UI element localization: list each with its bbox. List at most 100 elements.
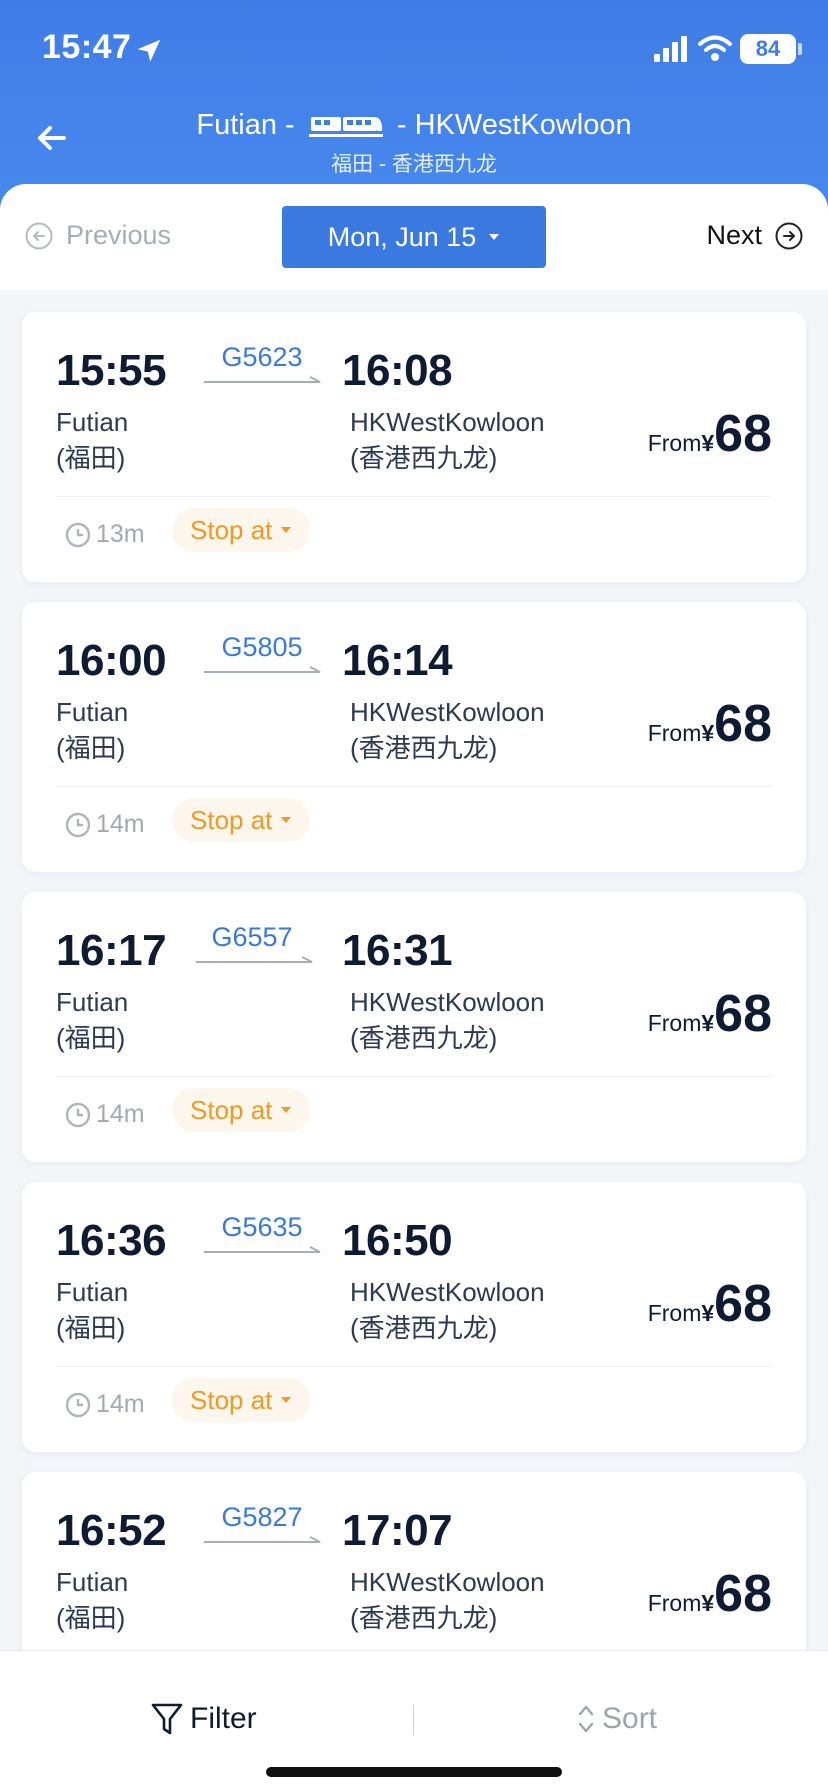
currency-symbol: ¥ <box>701 1300 715 1326</box>
departure-station-en: Futian <box>56 407 129 437</box>
date-label: Mon, Jun 15 <box>327 221 477 252</box>
price: From ¥ 68 <box>648 984 772 1044</box>
battery-cap <box>798 43 802 55</box>
stop-at-button[interactable]: Stop at <box>172 1088 311 1132</box>
route-arrow-icon <box>204 1536 321 1543</box>
train-card[interactable]: 16:17 G6557 16:31 Futian (福田) HKWestKowl… <box>22 892 806 1162</box>
price-prefix: From <box>647 1300 702 1326</box>
route-arrow-icon <box>204 376 321 383</box>
stop-at-button[interactable]: Stop at <box>172 508 311 552</box>
duration: 14m <box>64 1100 145 1129</box>
currency-symbol: ¥ <box>701 720 715 746</box>
train-number: G5623 <box>221 342 303 372</box>
stop-at-label: Stop at <box>190 804 273 835</box>
caret-down-icon <box>281 1397 292 1403</box>
departure-time: 16:17 <box>56 926 167 975</box>
filter-button[interactable]: Filter <box>150 1701 257 1737</box>
arrival-time: 16:50 <box>342 1216 453 1265</box>
departure-station: Futian (福田) <box>56 984 128 1056</box>
departure-station-cn: (福田) <box>56 1313 126 1343</box>
price-prefix: From <box>647 430 702 456</box>
departure-station-en: Futian <box>56 1277 129 1307</box>
duration-text: 13m <box>96 520 145 548</box>
arrival-station: HKWestKowloon (香港西九龙) <box>350 694 545 766</box>
arrival-time: 16:31 <box>342 926 453 975</box>
arrival-time: 17:07 <box>342 1506 453 1555</box>
arrival-time: 16:08 <box>342 346 453 395</box>
price: From ¥ 68 <box>648 1564 772 1624</box>
clock-icon <box>65 1102 91 1127</box>
arrival-station: HKWestKowloon (香港西九龙) <box>350 984 545 1056</box>
currency-symbol: ¥ <box>701 430 715 456</box>
duration-text: 14m <box>96 1100 145 1128</box>
train-card[interactable]: 16:00 G5805 16:14 Futian (福田) HKWestKowl… <box>22 602 806 872</box>
departure-station-en: Futian <box>56 697 129 727</box>
clock-icon <box>65 1392 91 1417</box>
train-number: G6557 <box>211 922 293 952</box>
circle-right-arrow-icon <box>775 222 803 249</box>
duration-text: 14m <box>96 810 145 838</box>
arrival-station-en: HKWestKowloon <box>350 987 545 1017</box>
sort-label: Sort <box>602 1702 658 1735</box>
price: From ¥ 68 <box>648 694 772 754</box>
price-value: 68 <box>714 1565 772 1623</box>
departure-time: 16:52 <box>56 1506 167 1555</box>
train-number: G5635 <box>221 1212 303 1242</box>
train-list: 15:55 G5623 16:08 Futian (福田) HKWestKowl… <box>0 290 828 1650</box>
route-dash-right: - <box>396 108 407 141</box>
arrival-station-en: HKWestKowloon <box>350 697 545 727</box>
funnel-icon <box>151 1703 183 1735</box>
price-prefix: From <box>647 720 702 746</box>
arrival-station: HKWestKowloon (香港西九龙) <box>350 404 545 476</box>
departure-station-cn: (福田) <box>56 1603 126 1633</box>
card-divider <box>56 1366 772 1367</box>
next-label: Next <box>706 220 762 250</box>
sort-button[interactable]: Sort <box>576 1701 657 1737</box>
caret-down-icon <box>489 234 500 240</box>
duration: 14m <box>64 1390 145 1419</box>
wifi-icon <box>698 35 732 61</box>
arrival-time: 16:14 <box>342 636 453 685</box>
arrival-station-cn: (香港西九龙) <box>350 1603 498 1633</box>
departure-time: 16:00 <box>56 636 167 685</box>
card-divider <box>56 496 772 497</box>
stop-at-button[interactable]: Stop at <box>172 798 311 842</box>
toolbar-separator <box>413 1705 414 1735</box>
origin-name: Futian <box>196 108 277 141</box>
arrival-station-cn: (香港西九龙) <box>350 733 498 763</box>
stop-at-label: Stop at <box>190 1384 273 1415</box>
status-bar: 15:47 84 <box>0 0 828 100</box>
departure-station-cn: (福田) <box>56 443 126 473</box>
date-picker-button[interactable]: Mon, Jun 15 <box>282 206 546 268</box>
home-indicator[interactable] <box>266 1767 562 1777</box>
next-day-button[interactable]: Next <box>706 220 804 251</box>
caret-down-icon <box>281 817 292 823</box>
card-divider <box>56 786 772 787</box>
arrival-station-cn: (香港西九龙) <box>350 443 498 473</box>
bottom-toolbar: Filter Sort <box>0 1650 828 1792</box>
departure-station-en: Futian <box>56 987 129 1017</box>
route-title: Futian - - HKWestKowloon <box>0 108 828 142</box>
clock-icon <box>65 812 91 837</box>
price: From ¥ 68 <box>648 1274 772 1334</box>
date-bar: Previous Mon, Jun 15 Next <box>0 184 828 290</box>
departure-station-cn: (福田) <box>56 1023 126 1053</box>
caret-down-icon <box>281 1107 292 1113</box>
price-prefix: From <box>647 1590 702 1616</box>
stop-at-label: Stop at <box>190 1094 273 1125</box>
train-card[interactable]: 16:36 G5635 16:50 Futian (福田) HKWestKowl… <box>22 1182 806 1452</box>
train-card[interactable]: 15:55 G5623 16:08 Futian (福田) HKWestKowl… <box>22 312 806 582</box>
signal-icon <box>654 36 687 62</box>
price-value: 68 <box>714 695 772 753</box>
arrival-station-en: HKWestKowloon <box>350 407 545 437</box>
previous-day-button[interactable]: Previous <box>24 220 171 251</box>
battery-indicator: 84 <box>740 34 796 64</box>
departure-station-cn: (福田) <box>56 733 126 763</box>
route-arrow-icon <box>204 666 321 673</box>
duration-text: 14m <box>96 1390 145 1418</box>
route-dash-left: - <box>285 108 295 141</box>
filter-label: Filter <box>190 1702 257 1735</box>
train-card[interactable]: 16:52 G5827 17:07 Futian (福田) HKWestKowl… <box>22 1472 806 1650</box>
train-number: G5827 <box>221 1502 303 1532</box>
stop-at-button[interactable]: Stop at <box>172 1378 311 1422</box>
